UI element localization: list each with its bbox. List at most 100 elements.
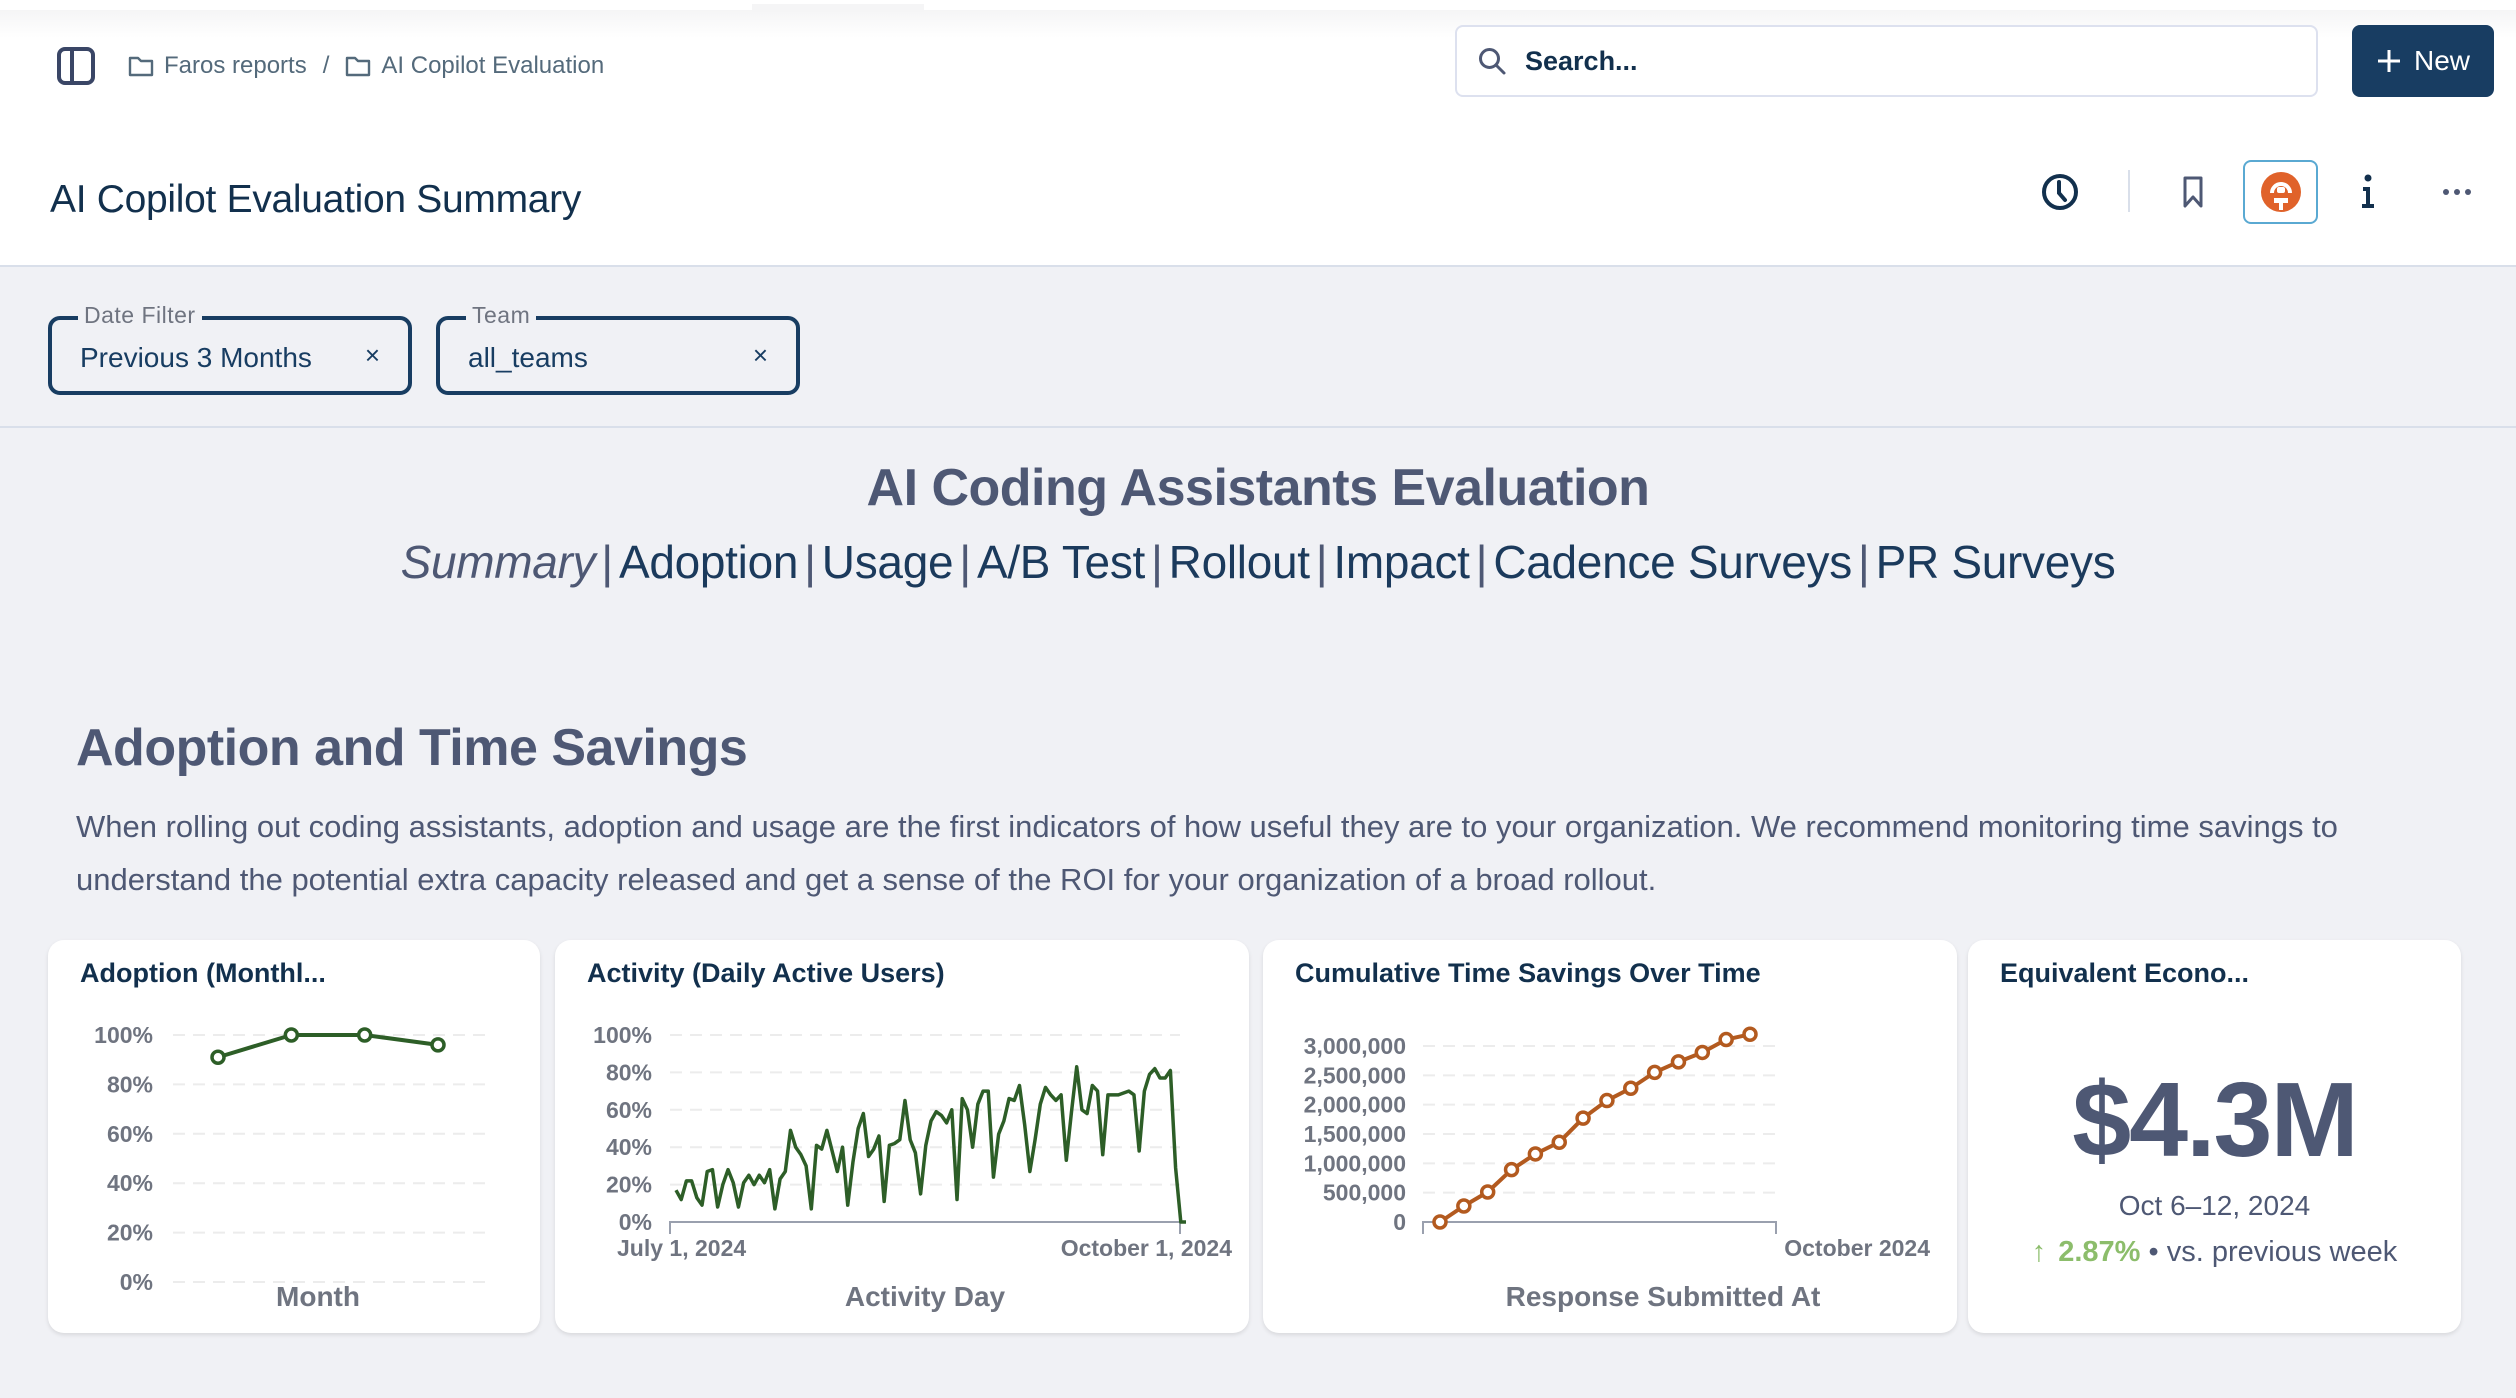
y-tick-label: 2,500,000 — [1304, 1062, 1406, 1088]
y-tick-label: 1,500,000 — [1304, 1121, 1406, 1147]
team-filter-clear-icon[interactable]: × — [753, 340, 768, 371]
team-filter[interactable]: Team all_teams × — [436, 302, 800, 395]
nav-separator: | — [959, 536, 971, 588]
x-axis-line — [1422, 1221, 1777, 1234]
y-tick-label: 0% — [120, 1269, 153, 1295]
x-tick-label: October 1, 2024 — [1061, 1235, 1233, 1261]
y-tick-label: 0 — [1393, 1209, 1406, 1235]
activity-card[interactable]: Activity (Daily Active Users) 100% 80% 60%… — [555, 940, 1249, 1333]
kpi-comparison: vs. previous week — [2166, 1236, 2398, 1268]
search-input[interactable] — [1525, 45, 2285, 77]
y-tick-label: 100% — [94, 1022, 153, 1048]
series-line — [674, 1065, 1186, 1224]
adoption-card[interactable]: Adoption (Monthl... 100% 80% 60% 40% 20% 0% Mo… — [48, 940, 540, 1333]
data-point — [283, 1027, 300, 1043]
y-tick-label: 80% — [606, 1059, 652, 1085]
nav-separator: | — [1315, 536, 1328, 588]
folder-icon — [128, 56, 154, 77]
search-box[interactable] — [1455, 25, 2318, 97]
folder-icon — [346, 56, 371, 77]
more-options-button[interactable] — [2427, 162, 2487, 222]
bookmark-icon — [2183, 176, 2203, 208]
dashboard-title: AI Coding Assistants Evaluation — [866, 459, 1650, 517]
dashboard-nav: Summary | Adoption | Usage | A/B Test | Rollout |… — [0, 535, 2516, 589]
nav-link-cadence-surveys[interactable]: Cadence Surveys — [1493, 536, 1852, 588]
y-tick-label: 20% — [606, 1172, 652, 1198]
nav-link-usage[interactable]: Usage — [822, 536, 954, 588]
nav-link-rollout[interactable]: Rollout — [1169, 536, 1310, 588]
data-point — [1527, 1146, 1544, 1162]
data-point — [1694, 1044, 1711, 1061]
y-tick-label: 60% — [107, 1121, 153, 1147]
tab-hint — [752, 4, 924, 12]
data-point — [1456, 1198, 1472, 1214]
info-button[interactable] — [2338, 162, 2398, 222]
plus-icon — [2377, 50, 2400, 72]
kpi-change: ↑ 2.87% • vs. previous week — [1968, 1236, 2461, 1269]
adoption-chart: 100% 80% 60% 40% 20% 0% Month — [94, 1022, 485, 1312]
search-icon — [1479, 48, 1506, 75]
data-point — [1670, 1054, 1687, 1070]
breadcrumb-separator: / — [322, 52, 330, 79]
date-filter-clear-icon[interactable]: × — [365, 340, 380, 371]
data-point — [210, 1049, 226, 1065]
time-savings-card[interactable]: Cumulative Time Savings Over Time 3,000,… — [1263, 940, 1957, 1333]
nav-link-adoption[interactable]: Adoption — [619, 536, 799, 588]
nav-link-ab-test[interactable]: A/B Test — [977, 536, 1145, 588]
y-tick-label: 40% — [107, 1170, 153, 1196]
x-tick-label: July 1, 2024 — [617, 1235, 746, 1261]
nav-link-pr-surveys[interactable]: PR Surveys — [1876, 536, 2116, 588]
breadcrumb-label: Faros reports — [164, 52, 307, 79]
y-tick-label: 3,000,000 — [1304, 1033, 1406, 1059]
ai-assistant-button[interactable] — [2243, 160, 2318, 224]
data-point — [356, 1027, 373, 1043]
y-tick-label: 60% — [606, 1097, 652, 1123]
y-tick-label: 2,000,000 — [1304, 1092, 1406, 1118]
nav-separator: | — [804, 536, 816, 588]
breadcrumb-item[interactable]: AI Copilot Evaluation — [345, 52, 604, 80]
y-tick-label: 100% — [593, 1022, 652, 1048]
y-tick-label: 1,000,000 — [1304, 1150, 1406, 1176]
activity-chart: 100% 80% 60% 40% 20% 0%July 1, 2024 October 1,… — [593, 1022, 1233, 1312]
data-point — [1432, 1214, 1448, 1230]
new-button[interactable]: New — [2352, 25, 2494, 97]
history-button[interactable] — [2030, 162, 2090, 222]
breadcrumb: Faros reports / AI Copilot Evaluation — [128, 46, 604, 86]
data-point — [1479, 1184, 1496, 1200]
history-clock-icon — [2042, 174, 2078, 210]
data-point — [1503, 1161, 1520, 1178]
data-point — [1551, 1134, 1567, 1150]
kpi-period: Oct 6–12, 2024 — [2118, 1190, 2311, 1221]
sidebar-panel-icon — [57, 47, 95, 85]
economic-value-card[interactable]: Equivalent Econo... $4.3M Oct 6–12, 2024… — [1968, 940, 2461, 1333]
bookmark-button[interactable] — [2163, 162, 2223, 222]
x-tick-label: October 2024 — [1784, 1235, 1930, 1261]
data-point — [1599, 1092, 1615, 1109]
x-axis-title: Response Submitted At — [1506, 1281, 1821, 1312]
team-filter-value[interactable]: all_teams — [468, 342, 588, 374]
page-header: Faros reports / AI Copilot Evaluation Ne… — [0, 25, 2516, 267]
nav-separator: | — [1475, 536, 1488, 588]
team-filter-label: Team — [466, 302, 537, 329]
date-filter-value[interactable]: Previous 3 Months — [80, 342, 312, 374]
nav-link-impact[interactable]: Impact — [1333, 536, 1470, 588]
date-filter[interactable]: Date Filter Previous 3 Months × — [48, 302, 412, 395]
card-title: Equivalent Econo... — [2000, 958, 2250, 988]
section-title: Adoption and Time Savings — [76, 719, 748, 777]
date-filter-label: Date Filter — [78, 302, 202, 329]
new-button-label: New — [2413, 45, 2470, 76]
info-icon — [2362, 174, 2374, 208]
sidebar-toggle-button[interactable] — [56, 46, 96, 86]
y-tick-label: 500,000 — [1323, 1180, 1406, 1206]
x-axis-title: Activity Day — [845, 1281, 1006, 1312]
ai-assistant-icon — [2260, 172, 2301, 212]
kpi-bullet: • — [2148, 1236, 2159, 1268]
series-line — [217, 1033, 439, 1060]
y-tick-label: 80% — [107, 1071, 153, 1097]
y-tick-label: 40% — [606, 1134, 652, 1160]
time-savings-chart: 3,000,000 2,500,000 2,000,000 1,500,000 1,00… — [1304, 1026, 1930, 1312]
more-options-icon — [2443, 189, 2471, 195]
data-point — [1742, 1026, 1758, 1043]
breadcrumb-item[interactable]: Faros reports — [128, 52, 307, 80]
kpi-value: $4.3M — [2072, 1061, 2359, 1179]
